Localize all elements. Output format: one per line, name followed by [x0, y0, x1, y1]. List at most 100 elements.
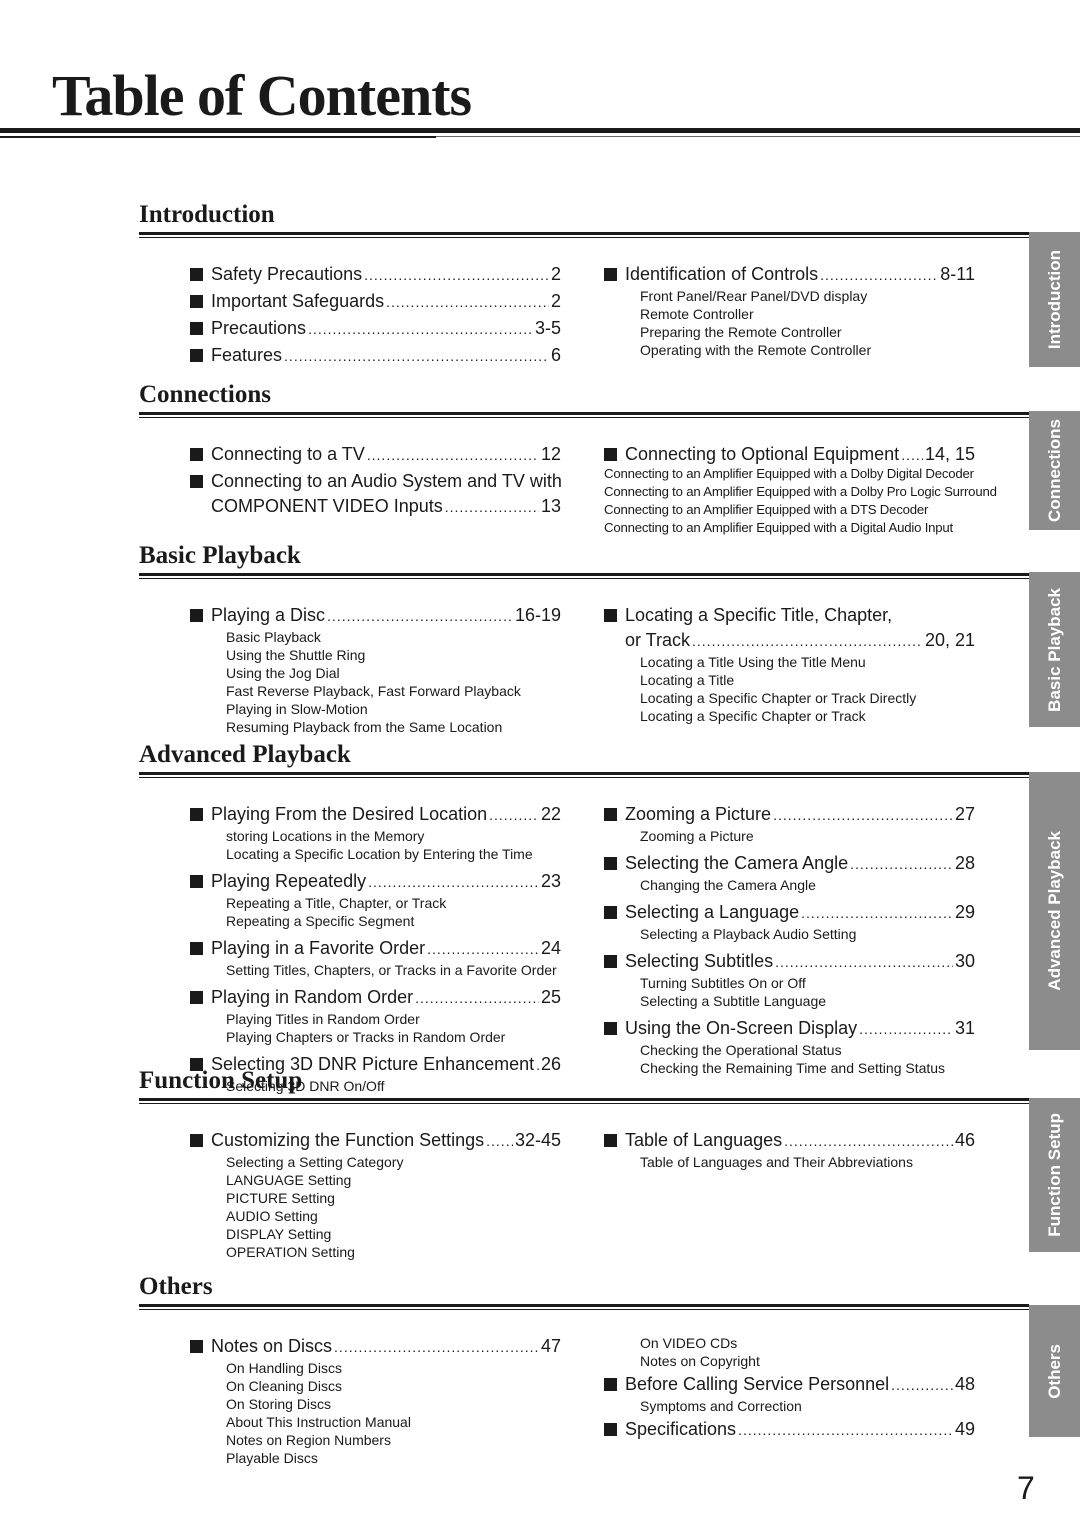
toc-subentry[interactable]: Notes on Copyright [604, 1352, 975, 1370]
toc-subentry[interactable]: Notes on Region Numbers [190, 1431, 561, 1449]
toc-subentry[interactable]: Repeating a Title, Chapter, or Track [190, 894, 561, 912]
toc-subentry[interactable]: On Storing Discs [190, 1395, 561, 1413]
toc-subentry[interactable]: OPERATION Setting [190, 1243, 561, 1261]
toc-entry[interactable]: Selecting Subtitles 30 [604, 949, 975, 974]
section-tab-label: Function Setup [1044, 1113, 1064, 1237]
toc-subentry[interactable]: Connecting to an Amplifier Equipped with… [604, 465, 975, 483]
toc-subentry[interactable]: On Handling Discs [190, 1359, 561, 1377]
toc-subentry[interactable]: Playing in Slow-Motion [190, 700, 561, 718]
square-bullet-icon [604, 1423, 617, 1436]
square-bullet-icon [190, 295, 203, 308]
section-tab-connections[interactable]: Connections [1029, 411, 1080, 530]
toc-section: Introduction Safety Precautions2Important… [139, 200, 1029, 365]
toc-subentry[interactable]: Selecting a Playback Audio Setting [604, 925, 975, 943]
toc-subentry[interactable]: Using the Shuttle Ring [190, 646, 561, 664]
toc-entry[interactable]: Safety Precautions 2 [190, 262, 561, 287]
toc-subentry[interactable]: Operating with the Remote Controller [604, 341, 975, 359]
section-tab-advanced-playback[interactable]: Advanced Playback [1029, 772, 1080, 1050]
title-rule-thin [0, 136, 436, 138]
toc-entry[interactable]: Selecting a Language 29 [604, 900, 975, 925]
toc-entry[interactable]: Customizing the Function Settings 32-45 [190, 1128, 561, 1153]
dot-leader [308, 317, 533, 342]
toc-entry[interactable]: Connecting to an Audio System and TV wit… [190, 469, 562, 494]
toc-entry[interactable]: COMPONENT VIDEO Inputs 13 [190, 494, 561, 519]
toc-subentry[interactable]: Zooming a Picture [604, 827, 975, 845]
toc-subentry[interactable]: Selecting a Setting Category [190, 1153, 561, 1171]
toc-entry[interactable]: Playing Repeatedly 23 [190, 869, 561, 894]
toc-entry[interactable]: Selecting the Camera Angle 28 [604, 851, 975, 876]
toc-entry[interactable]: Important Safeguards 2 [190, 289, 561, 314]
toc-subentry[interactable]: Locating a Title Using the Title Menu [604, 653, 975, 671]
toc-subentry[interactable]: Resuming Playback from the Same Location [190, 718, 561, 736]
toc-subentry[interactable]: Connecting to an Amplifier Equipped with… [604, 519, 975, 537]
square-bullet-icon [190, 942, 203, 955]
toc-entry[interactable]: Before Calling Service Personnel 48 [604, 1372, 975, 1397]
square-bullet-icon [604, 448, 617, 461]
toc-subentry[interactable]: Changing the Camera Angle [604, 876, 975, 894]
square-bullet-icon [604, 1134, 617, 1147]
toc-subentry[interactable]: PICTURE Setting [190, 1189, 561, 1207]
section-tab-introduction[interactable]: Introduction [1029, 232, 1080, 367]
toc-entry[interactable]: or Track 20, 21 [604, 628, 975, 653]
toc-entry[interactable]: Connecting to a TV 12 [190, 442, 561, 467]
toc-subentry[interactable]: Checking the Operational Status [604, 1041, 975, 1059]
toc-entry[interactable]: Playing a Disc 16-19 [190, 603, 561, 628]
toc-subentry[interactable]: Selecting a Subtitle Language [604, 992, 975, 1010]
toc-entry[interactable]: Notes on Discs 47 [190, 1334, 561, 1359]
toc-entry[interactable]: Playing in a Favorite Order 24 [190, 936, 561, 961]
left-column: Customizing the Function Settings 32-45 Se… [190, 1128, 561, 1261]
toc-entry[interactable]: Playing From the Desired Location 22 [190, 802, 561, 827]
toc-subentry[interactable]: Playable Discs [190, 1449, 561, 1467]
entry-title: Precautions [211, 318, 307, 338]
square-bullet-icon [190, 475, 203, 488]
section-heading: Introduction [139, 201, 275, 228]
toc-entry[interactable]: Features 6 [190, 343, 561, 368]
section-tab-others[interactable]: Others [1029, 1305, 1080, 1437]
toc-entry[interactable]: Locating a Specific Title, Chapter, [604, 603, 975, 628]
section-rule [139, 412, 1029, 415]
toc-entry[interactable]: Precautions 3-5 [190, 316, 561, 341]
toc-subentry[interactable]: Repeating a Specific Segment [190, 912, 561, 930]
toc-subentry[interactable]: Playing Chapters or Tracks in Random Ord… [190, 1028, 561, 1046]
toc-entry[interactable]: Using the On-Screen Display 31 [604, 1016, 975, 1041]
toc-subentry[interactable]: LANGUAGE Setting [190, 1171, 561, 1189]
toc-entry[interactable]: Connecting to Optional Equipment 14, 15 [604, 442, 975, 467]
toc-subentry[interactable]: Playing Titles in Random Order [190, 1010, 561, 1028]
toc-subentry[interactable]: Setting Titles, Chapters, or Tracks in a… [190, 961, 561, 979]
toc-subentry[interactable]: Using the Jog Dial [190, 664, 561, 682]
section-heading: Function Setup [139, 1067, 303, 1094]
toc-subentry[interactable]: Turning Subtitles On or Off [604, 974, 975, 992]
page-ref: 27 [954, 804, 975, 824]
toc-subentry[interactable]: Table of Languages and Their Abbreviatio… [604, 1153, 975, 1171]
toc-subentry[interactable]: Locating a Specific Chapter or Track Dir… [604, 689, 975, 707]
toc-subentry[interactable]: Locating a Title [604, 671, 975, 689]
entry-title: Table of Languages [625, 1130, 783, 1150]
toc-subentry[interactable]: On VIDEO CDs [604, 1334, 975, 1352]
square-bullet-icon [604, 955, 617, 968]
toc-entry[interactable]: Table of Languages 46 [604, 1128, 975, 1153]
toc-subentry[interactable]: Fast Reverse Playback, Fast Forward Play… [190, 682, 561, 700]
toc-subentry[interactable]: storing Locations in the Memory [190, 827, 561, 845]
toc-subentry[interactable]: Connecting to an Amplifier Equipped with… [604, 483, 997, 501]
toc-subentry[interactable]: AUDIO Setting [190, 1207, 561, 1225]
toc-subentry[interactable]: Symptoms and Correction [604, 1397, 975, 1415]
section-tab-function-setup[interactable]: Function Setup [1029, 1098, 1080, 1252]
toc-subentry[interactable]: On Cleaning Discs [190, 1377, 561, 1395]
toc-subentry[interactable]: DISPLAY Setting [190, 1225, 561, 1243]
toc-subentry[interactable]: Locating a Specific Chapter or Track [604, 707, 975, 725]
toc-subentry[interactable]: About This Instruction Manual [190, 1413, 561, 1431]
entry-title: Features [211, 345, 283, 365]
toc-entry[interactable]: Zooming a Picture 27 [604, 802, 975, 827]
toc-entry[interactable]: Specifications 49 [604, 1417, 975, 1442]
toc-subentry[interactable]: Locating a Specific Location by Entering… [190, 845, 561, 863]
entry-title: Notes on Discs [211, 1336, 333, 1356]
toc-subentry[interactable]: Connecting to an Amplifier Equipped with… [604, 501, 975, 519]
toc-entry[interactable]: Identification of Controls 8-11 [604, 262, 975, 287]
toc-subentry[interactable]: Front Panel/Rear Panel/DVD display [604, 287, 975, 305]
toc-subentry[interactable]: Remote Controller [604, 305, 975, 323]
entry-title: Selecting Subtitles [625, 951, 774, 971]
toc-entry[interactable]: Playing in Random Order 25 [190, 985, 561, 1010]
toc-subentry[interactable]: Basic Playback [190, 628, 561, 646]
section-tab-basic-playback[interactable]: Basic Playback [1029, 572, 1080, 727]
toc-subentry[interactable]: Preparing the Remote Controller [604, 323, 975, 341]
